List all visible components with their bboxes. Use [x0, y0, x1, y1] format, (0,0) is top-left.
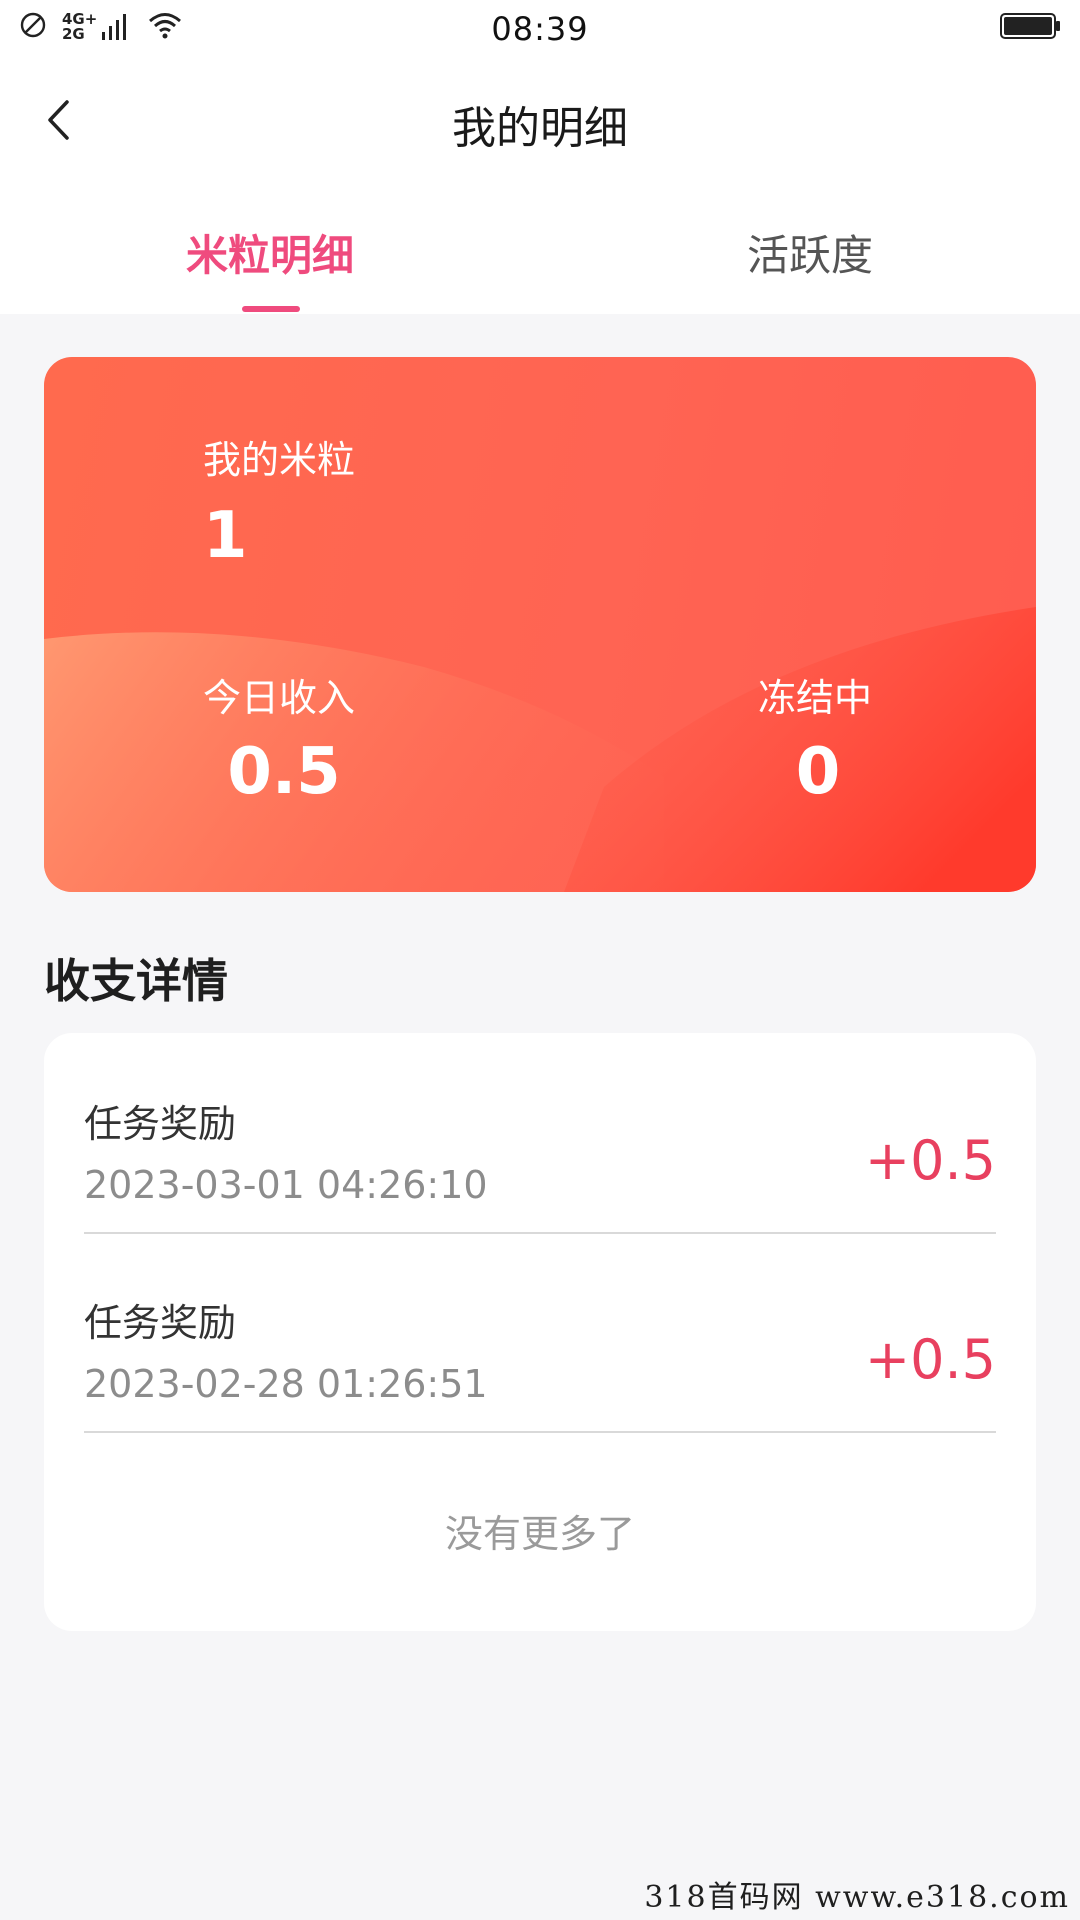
card-wave-decoration: [44, 607, 1036, 892]
today-income-label: 今日收入: [203, 676, 356, 720]
list-item: 任务奖励 2023-02-28 01:26:51 +0.5: [84, 1232, 996, 1433]
section-title: 收支详情: [44, 954, 228, 1008]
balance-card: 我的米粒 1 今日收入 0.5 冻结中 0: [44, 357, 1036, 892]
record-amount: +0.5: [864, 1129, 996, 1192]
tab-active-indicator: [242, 306, 300, 312]
status-bar: 4G+ 2G 08:39: [0, 0, 1080, 58]
today-income-value: 0.5: [227, 735, 341, 809]
total-rice-value: 1: [203, 499, 248, 573]
list-item: 任务奖励 2023-03-01 04:26:10 +0.5: [84, 1033, 996, 1234]
record-time: 2023-02-28 01:26:51: [84, 1362, 488, 1406]
status-time: 08:39: [491, 10, 589, 48]
record-title: 任务奖励: [84, 1301, 237, 1345]
page-title: 我的明细: [452, 103, 628, 154]
no-more-text: 没有更多了: [444, 1512, 635, 1556]
frozen-label: 冻结中: [758, 676, 873, 720]
record-amount: +0.5: [864, 1328, 996, 1391]
watermark: 318首码网 www.e318.com: [644, 1880, 1070, 1915]
record-title: 任务奖励: [84, 1102, 237, 1146]
frozen-value: 0: [795, 735, 841, 809]
records-list: 任务奖励 2023-03-01 04:26:10 +0.5 任务奖励 2023-…: [44, 1033, 1036, 1631]
record-time: 2023-03-01 04:26:10: [84, 1163, 488, 1207]
total-rice-label: 我的米粒: [203, 438, 356, 482]
tab-bar: 米粒明细 活跃度: [0, 182, 1080, 314]
tab-activity[interactable]: 活跃度: [710, 222, 910, 283]
battery-icon: [1000, 12, 1062, 44]
tab-rice-details[interactable]: 米粒明细: [170, 222, 370, 283]
nav-bar: 我的明细: [0, 58, 1080, 182]
